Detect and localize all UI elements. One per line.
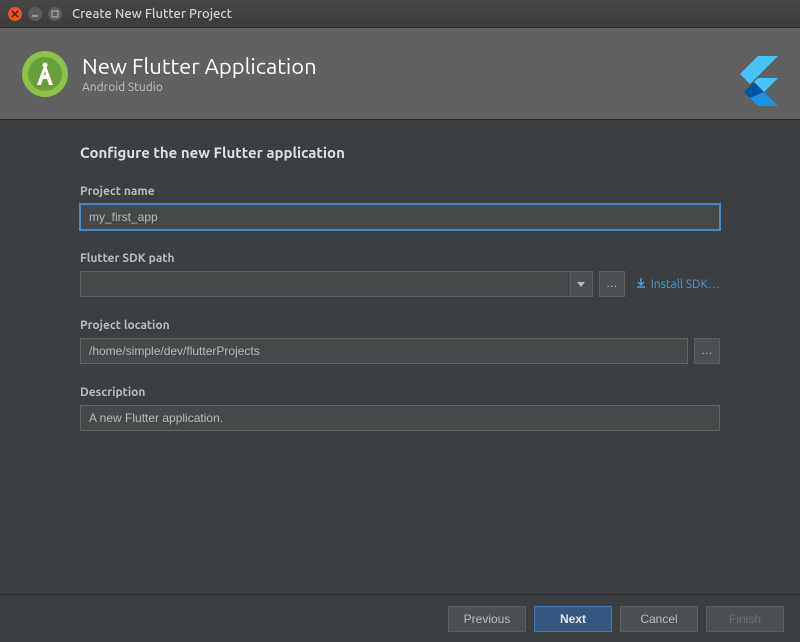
window-title: Create New Flutter Project xyxy=(72,7,232,21)
titlebar: Create New Flutter Project xyxy=(0,0,800,28)
wizard-footer: Previous Next Cancel Finish xyxy=(0,594,800,642)
close-window-button[interactable] xyxy=(8,7,22,21)
project-name-input[interactable] xyxy=(80,204,720,230)
project-name-group: Project name xyxy=(80,185,720,230)
description-input[interactable] xyxy=(80,405,720,431)
install-sdk-text: Install SDK… xyxy=(651,278,720,291)
cancel-button[interactable]: Cancel xyxy=(620,606,698,632)
wizard-title: New Flutter Application xyxy=(82,54,317,79)
wizard-content: Configure the new Flutter application Pr… xyxy=(0,120,800,473)
project-location-label: Project location xyxy=(80,319,720,332)
sdk-path-dropdown[interactable] xyxy=(80,271,593,297)
window-controls xyxy=(8,7,62,21)
android-studio-icon xyxy=(20,49,70,99)
description-label: Description xyxy=(80,386,720,399)
sdk-path-label: Flutter SDK path xyxy=(80,252,720,265)
flutter-logo-icon xyxy=(728,52,782,106)
chevron-down-icon xyxy=(570,272,592,296)
next-button[interactable]: Next xyxy=(534,606,612,632)
wizard-subtitle: Android Studio xyxy=(82,81,317,94)
project-name-label: Project name xyxy=(80,185,720,198)
description-group: Description xyxy=(80,386,720,431)
minimize-window-button[interactable] xyxy=(28,7,42,21)
project-location-group: Project location … xyxy=(80,319,720,364)
sdk-path-group: Flutter SDK path … Install SDK… xyxy=(80,252,720,297)
browse-sdk-button[interactable]: … xyxy=(599,271,625,297)
wizard-header: New Flutter Application Android Studio xyxy=(0,28,800,120)
section-title: Configure the new Flutter application xyxy=(80,144,720,161)
download-icon xyxy=(635,277,647,292)
maximize-window-button[interactable] xyxy=(48,7,62,21)
previous-button[interactable]: Previous xyxy=(448,606,526,632)
browse-location-button[interactable]: … xyxy=(694,338,720,364)
finish-button[interactable]: Finish xyxy=(706,606,784,632)
project-location-input[interactable] xyxy=(80,338,688,364)
header-text: New Flutter Application Android Studio xyxy=(82,54,317,94)
install-sdk-link[interactable]: Install SDK… xyxy=(635,277,720,292)
